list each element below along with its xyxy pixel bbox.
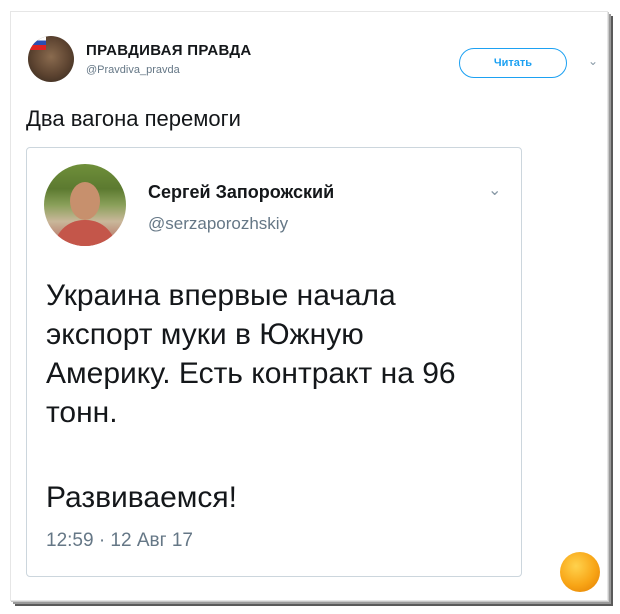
face-shape: [70, 182, 100, 220]
author-name[interactable]: ПРАВДИВАЯ ПРАВДА: [86, 42, 252, 59]
follow-button[interactable]: Читать: [459, 48, 567, 78]
flag-icon: [28, 36, 46, 50]
avatar[interactable]: [28, 36, 74, 82]
quoted-tweet-text-second: Развиваемся!: [46, 481, 237, 514]
tweet-text: Два вагона перемоги: [26, 106, 241, 131]
quoted-author-handle[interactable]: @serzaporozhskiy: [148, 214, 288, 234]
chevron-down-icon[interactable]: ⌄: [488, 180, 501, 200]
quoted-author-name[interactable]: Сергей Запорожский: [148, 182, 334, 203]
quoted-avatar[interactable]: [44, 164, 126, 246]
quoted-tweet-text: Украина впервые начала экспорт муки в Юж…: [46, 279, 456, 429]
author-handle[interactable]: @Pravdiva_pravda: [86, 64, 180, 76]
shirt-shape: [54, 220, 116, 246]
chevron-down-icon[interactable]: ⌄: [588, 54, 598, 68]
quoted-timestamp[interactable]: 12:59 · 12 Авг 17: [46, 530, 193, 552]
watermark-logo: [560, 552, 600, 592]
